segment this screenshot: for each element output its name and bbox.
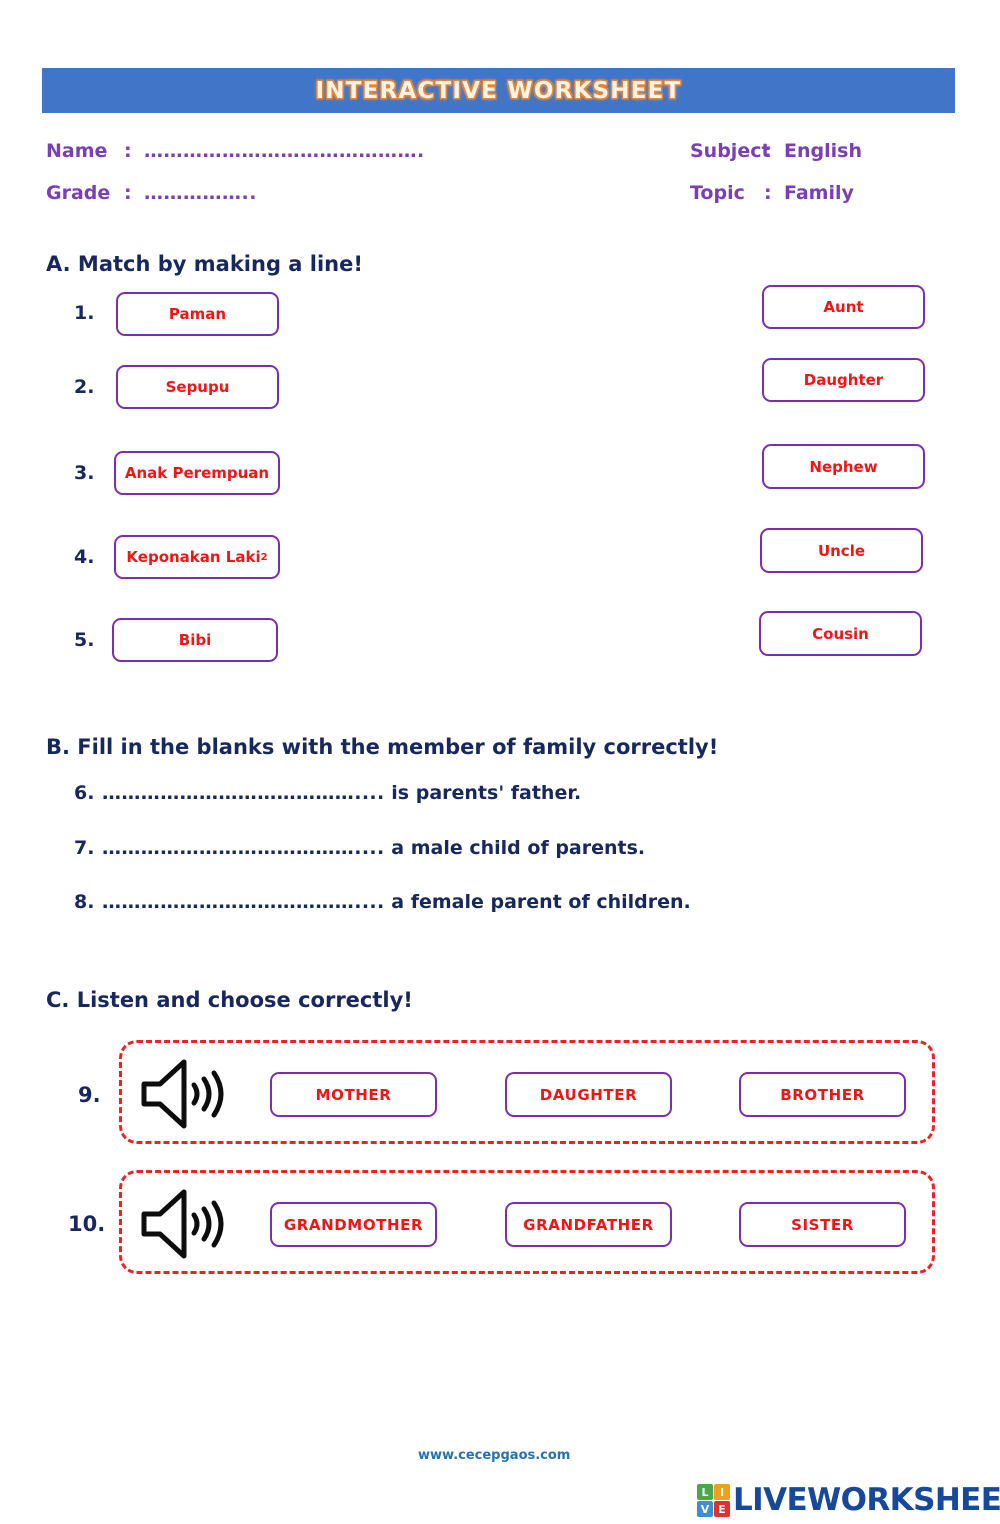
listen-option-10-2[interactable]: GRANDFATHER [505, 1202, 672, 1247]
listen-option-label-9-1: MOTHER [315, 1085, 392, 1104]
match-left-label-3: Anak Perempuan [124, 464, 270, 482]
section-b-heading: B. Fill in the blanks with the member of… [46, 735, 719, 759]
fill-blank-input-8[interactable]: ………………………………….... [102, 891, 385, 913]
fill-blank-number-8: 8. [74, 891, 95, 913]
match-right-box-aunt[interactable]: Aunt [762, 285, 925, 329]
liveworksheets-logo-tiles: L I V E [697, 1484, 730, 1517]
fill-blank-text-6: is parents' father. [384, 782, 582, 804]
listen-option-label-9-3: BROTHER [780, 1085, 865, 1104]
worksheet-title: INTERACTIVE WORKSHEET [315, 77, 682, 104]
listen-option-label-10-3: SISTER [791, 1215, 854, 1234]
match-left-label-5: Bibi [178, 631, 212, 649]
name-label: Name [46, 140, 108, 162]
liveworksheets-logo: L I V E LIVEWORKSHEETS [697, 1484, 1000, 1517]
source-website-url[interactable]: www.cecepgaos.com [418, 1448, 570, 1463]
logo-tile-e: E [714, 1501, 730, 1517]
topic-label: Topic [690, 182, 745, 204]
listen-number-10: 10. [68, 1212, 106, 1236]
fill-blank-number-6: 6. [74, 782, 95, 804]
match-left-label-1: Paman [168, 305, 227, 323]
match-right-label-4: Uncle [817, 541, 866, 560]
logo-tile-l: L [697, 1484, 713, 1500]
fill-blank-text-8: a female parent of children. [384, 891, 691, 913]
match-left-box-1[interactable]: Paman [116, 292, 279, 336]
listen-option-label-10-2: GRANDFATHER [523, 1215, 654, 1234]
match-left-label-2: Sepupu [165, 378, 230, 396]
listen-option-label-9-2: DAUGHTER [539, 1085, 638, 1104]
logo-tile-v: V [697, 1501, 713, 1517]
match-left-label-4: Keponakan Laki [126, 548, 261, 566]
match-number-1: 1. [74, 302, 95, 324]
name-colon: : [124, 140, 132, 162]
subject-value: English [784, 140, 862, 162]
subject-field-row: Subject: English [690, 140, 862, 162]
match-left-box-5[interactable]: Bibi [112, 618, 278, 662]
match-right-box-daughter[interactable]: Daughter [762, 358, 925, 402]
match-left-box-2[interactable]: Sepupu [116, 365, 279, 409]
listen-option-9-1[interactable]: MOTHER [270, 1072, 437, 1117]
subject-label: Subject [690, 140, 771, 162]
listen-option-9-3[interactable]: BROTHER [739, 1072, 906, 1117]
match-number-4: 4. [74, 546, 95, 568]
listen-option-10-1[interactable]: GRANDMOTHER [270, 1202, 437, 1247]
name-field-row: Name: ……………………………………. [46, 140, 425, 162]
listen-option-10-3[interactable]: SISTER [739, 1202, 906, 1247]
speaker-icon[interactable] [138, 1057, 234, 1131]
match-right-box-uncle[interactable]: Uncle [760, 528, 923, 573]
logo-tile-i: I [714, 1484, 730, 1500]
match-number-3: 3. [74, 462, 95, 484]
speaker-icon[interactable] [138, 1187, 234, 1261]
listen-option-9-2[interactable]: DAUGHTER [505, 1072, 672, 1117]
grade-input-blank[interactable]: …………….. [144, 182, 257, 204]
topic-value: Family [784, 182, 854, 204]
fill-blank-row-6: 6. ………………………………….... is parents' father. [74, 782, 581, 804]
listen-row-9: MOTHER DAUGHTER BROTHER [119, 1040, 935, 1144]
subject-colon: : [764, 140, 772, 162]
section-a-heading: A. Match by making a line! [46, 252, 363, 276]
fill-blank-row-8: 8. ………………………………….... a female parent of c… [74, 891, 691, 913]
grade-field-row: Grade: …………….. [46, 182, 257, 204]
section-c-heading: C. Listen and choose correctly! [46, 988, 413, 1012]
match-right-label-1: Aunt [823, 298, 864, 316]
topic-field-row: Topic: Family [690, 182, 854, 204]
match-right-label-2: Daughter [803, 371, 884, 389]
match-number-2: 2. [74, 376, 95, 398]
fill-blank-input-7[interactable]: ………………………………….... [102, 837, 385, 859]
fill-blank-input-6[interactable]: ………………………………….... [102, 782, 385, 804]
topic-colon: : [764, 182, 772, 204]
listen-row-10: GRANDMOTHER GRANDFATHER SISTER [119, 1170, 935, 1274]
worksheet-banner: INTERACTIVE WORKSHEET [42, 68, 955, 113]
match-right-label-5: Cousin [812, 624, 869, 643]
grade-colon: : [124, 182, 132, 204]
listen-option-label-10-1: GRANDMOTHER [283, 1215, 424, 1234]
listen-number-9: 9. [78, 1083, 101, 1107]
liveworksheets-wordmark: LIVEWORKSHEETS [733, 1482, 1000, 1518]
name-input-blank[interactable]: ……………………………………. [144, 140, 425, 162]
fill-blank-number-7: 7. [74, 837, 95, 859]
match-left-superscript-4: 2 [260, 551, 268, 563]
worksheet-page: INTERACTIVE WORKSHEET Name: …………………………………… [0, 0, 1000, 1524]
match-right-box-cousin[interactable]: Cousin [759, 611, 922, 656]
match-right-box-nephew[interactable]: Nephew [762, 444, 925, 489]
match-right-label-3: Nephew [809, 457, 878, 476]
match-left-box-4[interactable]: Keponakan Laki 2 [114, 535, 280, 579]
match-number-5: 5. [74, 629, 95, 651]
match-left-box-3[interactable]: Anak Perempuan [114, 451, 280, 495]
grade-label: Grade [46, 182, 111, 204]
fill-blank-row-7: 7. ………………………………….... a male child of pare… [74, 837, 645, 859]
fill-blank-text-7: a male child of parents. [384, 837, 646, 859]
